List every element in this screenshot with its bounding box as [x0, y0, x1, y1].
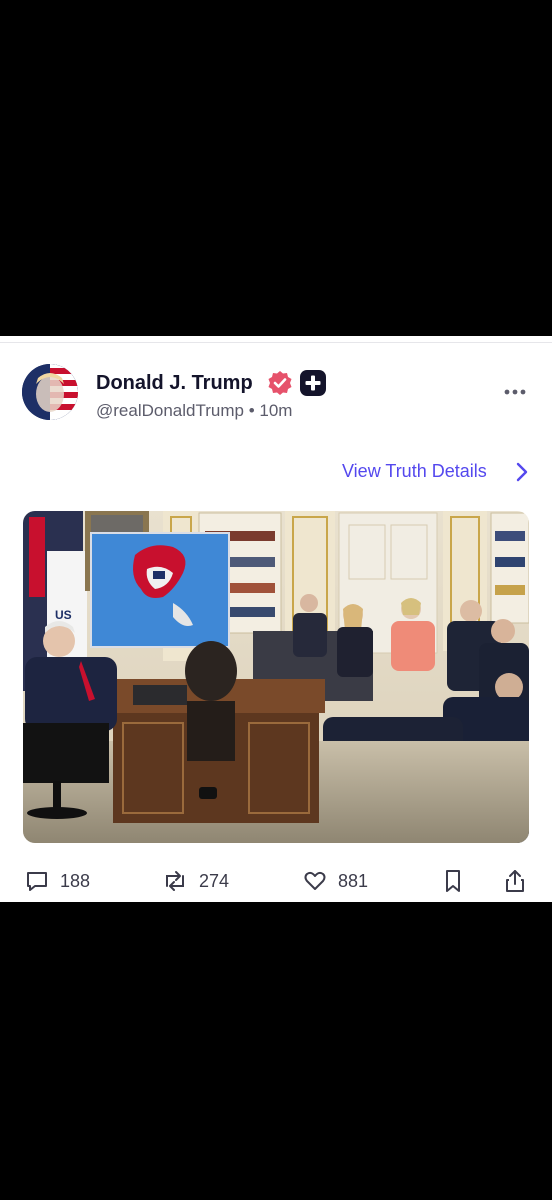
like-count: 881 — [338, 870, 369, 891]
author-meta: @realDonaldTrump • 10m — [96, 401, 292, 421]
plus-badge-icon — [300, 370, 326, 396]
reply-count: 188 — [60, 870, 91, 891]
verified-badge-icon — [268, 371, 292, 395]
bookmark-icon — [446, 870, 460, 892]
avatar[interactable] — [22, 364, 78, 420]
more-dots-icon[interactable] — [500, 380, 530, 404]
meta-separator: • — [248, 401, 255, 420]
comment-icon — [27, 872, 47, 891]
post-actions-bar: 188 274 881 — [0, 866, 552, 896]
share-icon — [506, 870, 524, 892]
retruth-count: 274 — [199, 870, 230, 891]
reply-button[interactable]: 188 — [24, 866, 90, 896]
retruth-button[interactable]: 274 — [161, 866, 229, 896]
like-button[interactable]: 881 — [302, 866, 368, 896]
author-handle[interactable]: @realDonaldTrump — [96, 401, 244, 420]
bookmark-button[interactable] — [442, 866, 474, 896]
heart-icon — [304, 871, 326, 890]
share-button[interactable] — [503, 866, 537, 896]
repost-icon — [166, 871, 184, 891]
photo-sign-text: US — [55, 608, 72, 622]
view-truth-details-link[interactable]: View Truth Details — [342, 461, 487, 482]
chevron-right-icon[interactable] — [512, 460, 532, 484]
post-photo[interactable]: US — [23, 511, 529, 843]
author-name[interactable]: Donald J. Trump — [96, 372, 253, 395]
card-divider — [0, 342, 552, 343]
post-time: 10m — [259, 401, 293, 420]
